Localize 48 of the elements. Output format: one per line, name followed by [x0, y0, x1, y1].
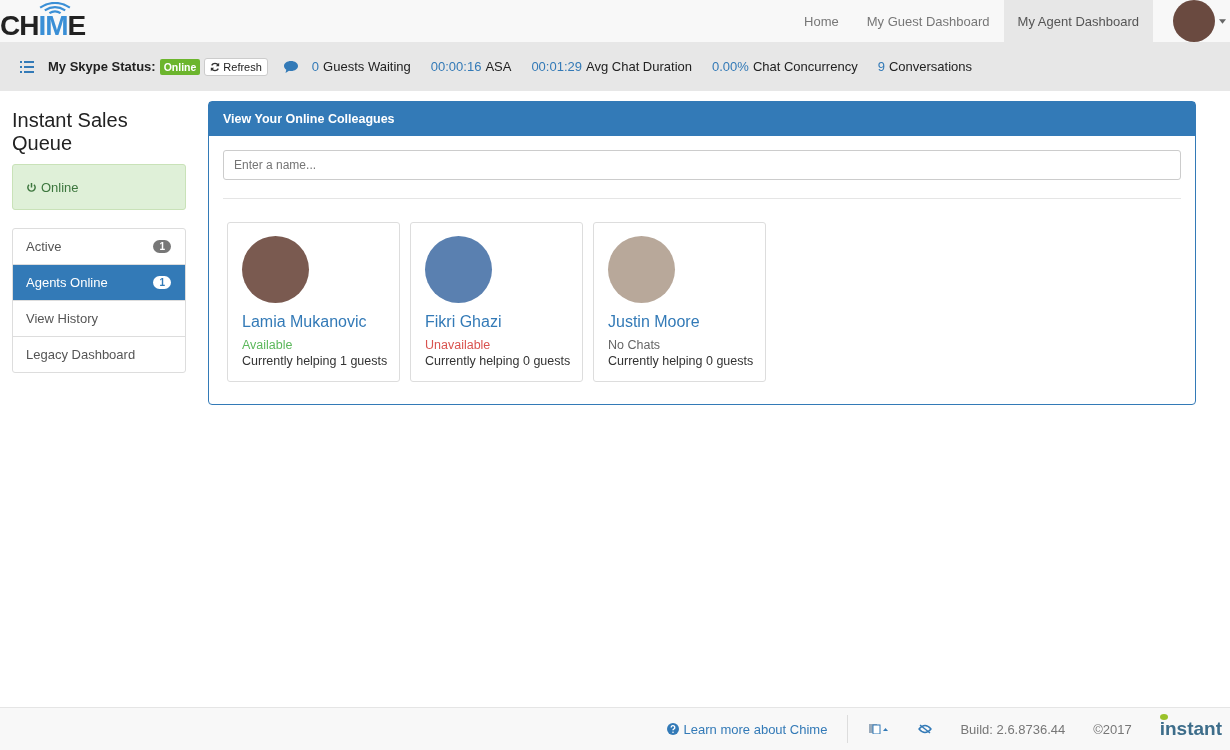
status-badge: Online	[159, 58, 201, 75]
chat-bubble-icon[interactable]	[283, 60, 298, 73]
learn-more-link[interactable]: Learn more about Chime	[666, 721, 828, 737]
help-icon	[666, 723, 679, 735]
stat-value: 9	[877, 59, 885, 74]
refresh-button[interactable]: Refresh	[204, 57, 268, 76]
skype-status-label: My Skype Status:	[48, 59, 156, 74]
agent-status: Available	[242, 337, 294, 353]
stat-value: 0	[311, 59, 320, 74]
power-icon	[26, 181, 37, 193]
copyright-text: ©2017	[1093, 721, 1132, 737]
count-badge: 1	[153, 276, 171, 289]
helping-text: Currently helping 0 guests	[608, 353, 751, 369]
nav-tab[interactable]: My Guest Dashboard	[852, 0, 1004, 42]
stat-label: Avg Chat Duration	[586, 59, 692, 74]
stat-label: Guests Waiting	[323, 59, 411, 74]
hidden-eye-icon[interactable]	[918, 724, 933, 734]
sidebar-item[interactable]: Legacy Dashboard	[13, 336, 185, 372]
nav-tab[interactable]: My Agent Dashboard	[1003, 0, 1153, 42]
stat-value: 0.00%	[712, 59, 749, 74]
stat-label: ASA	[485, 59, 512, 74]
stat-value: 00:01:29	[531, 59, 582, 74]
agent-status: No Chats	[608, 337, 662, 353]
user-avatar[interactable]	[1173, 0, 1215, 42]
list-icon[interactable]	[20, 60, 34, 73]
nav-tab[interactable]: Home	[790, 0, 853, 42]
stat-label: Chat Concurrency	[752, 59, 858, 74]
agent-status: Unavailable	[425, 337, 492, 353]
agent-name-link[interactable]: Lamia Mukanovic	[242, 313, 385, 331]
sidebar-item[interactable]: View History	[13, 300, 185, 336]
agent-name-link[interactable]: Fikri Ghazi	[425, 313, 568, 331]
count-badge: 1	[153, 240, 171, 253]
chime-logo: CHIME	[0, 0, 88, 42]
stat-label: Conversations	[888, 59, 972, 74]
sidebar-item[interactable]: Active 1	[13, 229, 185, 264]
agent-name-link[interactable]: Justin Moore	[608, 313, 751, 331]
caret-icon[interactable]	[1219, 18, 1226, 24]
refresh-icon	[210, 61, 221, 72]
stat-value: 00:00:16	[430, 59, 482, 74]
helping-text: Currently helping 0 guests	[425, 353, 568, 369]
translate-icon[interactable]	[868, 723, 891, 734]
panel-title: View Your Online Colleagues	[209, 102, 1195, 136]
sidebar-item[interactable]: Agents Online 1	[13, 264, 185, 300]
status-text: Online	[41, 179, 79, 195]
build-version: Build: 2.6.8736.44	[960, 721, 1066, 737]
queue-title: Instant Sales Queue	[12, 109, 129, 155]
helping-text: Currently helping 1 guests	[242, 353, 385, 369]
search-field[interactable]: Enter a name...	[223, 150, 1181, 180]
